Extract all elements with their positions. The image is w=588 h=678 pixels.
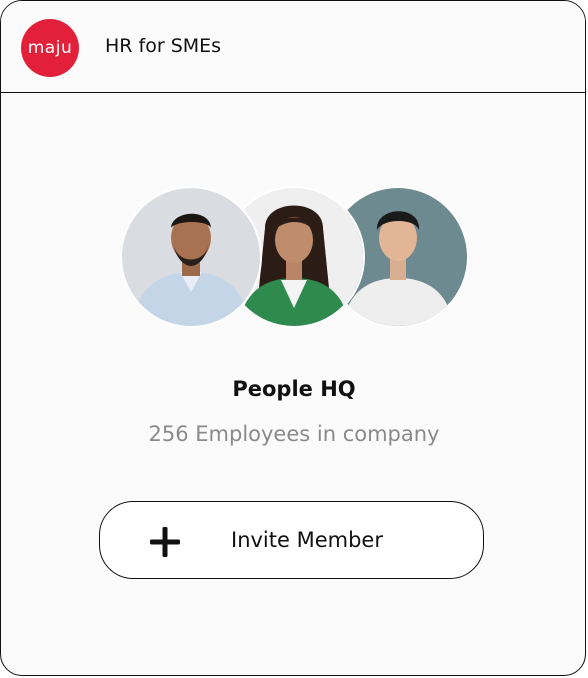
plus-icon bbox=[150, 527, 180, 557]
employee-count: 256 Employees in company bbox=[148, 422, 440, 446]
maju-logo[interactable]: maju bbox=[21, 19, 79, 77]
logo-text: maju bbox=[27, 38, 73, 58]
app-name: HR for SMEs bbox=[105, 35, 222, 57]
person-photo-icon bbox=[122, 188, 260, 326]
invite-member-label: Invite Member bbox=[231, 528, 383, 552]
team-card: maju HR for SMEs People HQ 256 Employees… bbox=[0, 0, 586, 676]
avatar-group bbox=[120, 186, 472, 328]
avatar[interactable] bbox=[120, 186, 262, 328]
company-name: People HQ bbox=[232, 377, 356, 401]
invite-member-button[interactable]: Invite Member bbox=[99, 501, 484, 579]
app-header: maju HR for SMEs bbox=[1, 1, 585, 93]
